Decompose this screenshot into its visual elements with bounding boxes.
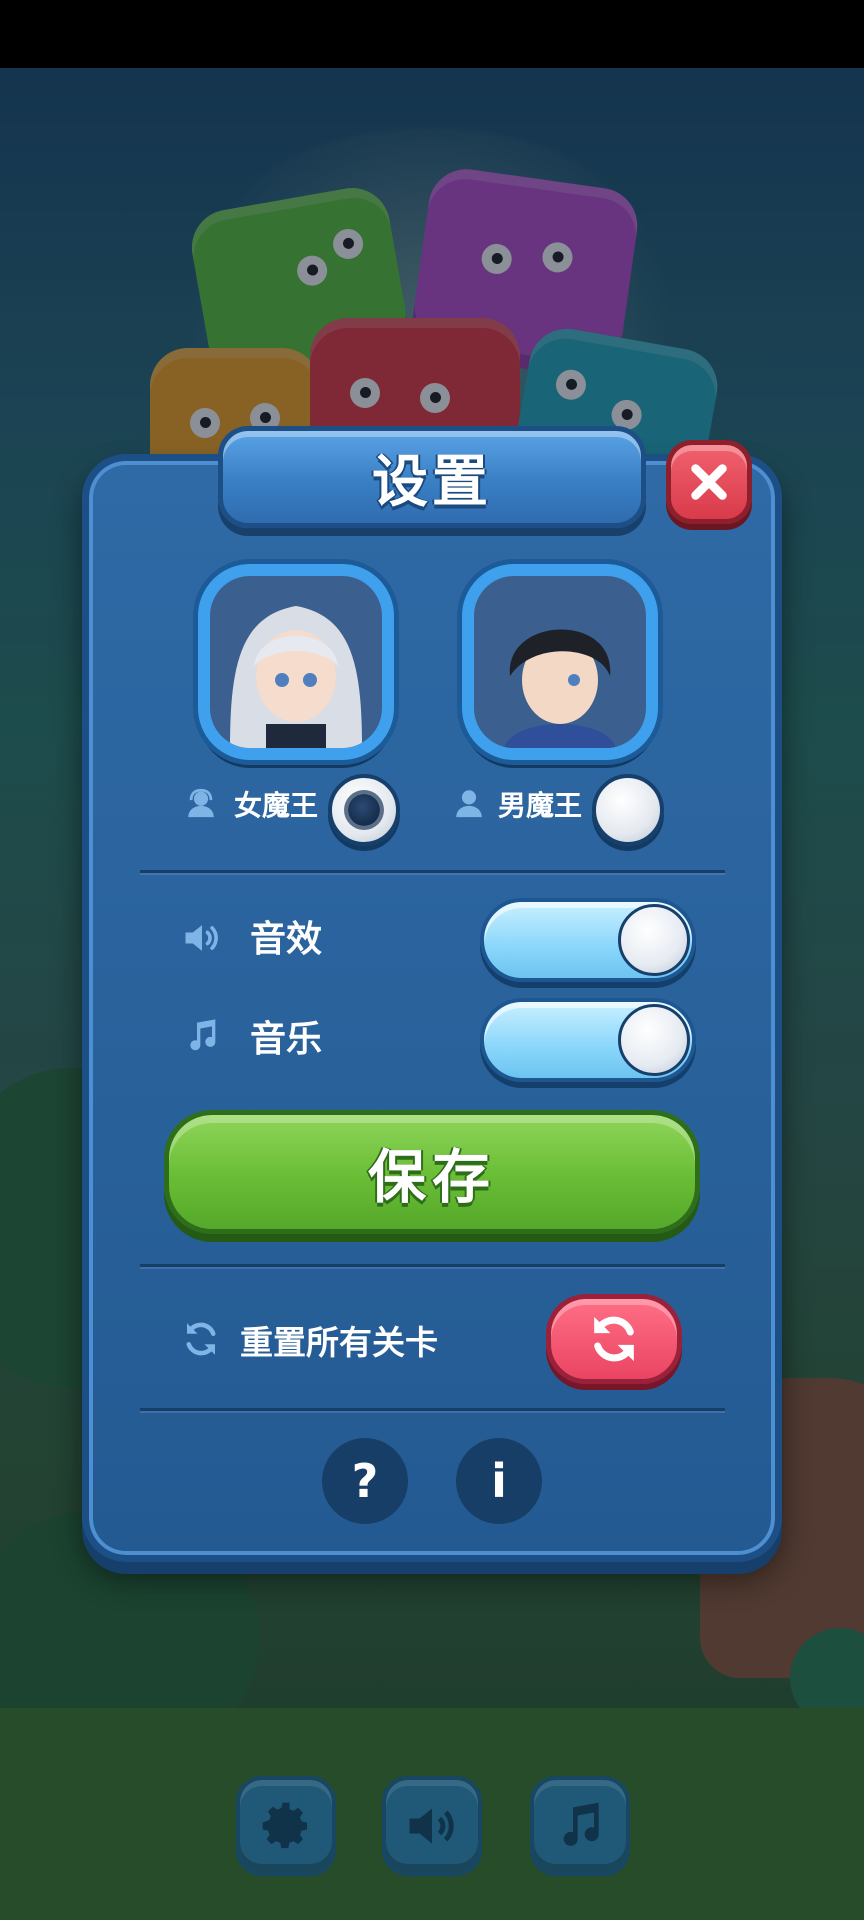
female-hero-radio[interactable] xyxy=(328,774,400,846)
music-toggle[interactable] xyxy=(480,998,696,1082)
female-hero-portrait xyxy=(210,576,382,748)
music-note-icon xyxy=(563,1802,599,1846)
refresh-icon xyxy=(594,1316,634,1362)
hero-label-male: 男魔王 xyxy=(498,789,583,822)
sound-toggle[interactable] xyxy=(480,898,696,982)
bottom-settings-button[interactable] xyxy=(236,1776,336,1876)
info-icon: i xyxy=(491,1454,507,1508)
female-user-icon xyxy=(188,788,214,818)
female-hero-avatar[interactable] xyxy=(198,564,394,760)
save-button[interactable]: 保存 xyxy=(164,1110,700,1234)
music-note-icon xyxy=(190,1019,216,1051)
reset-all-levels-button[interactable] xyxy=(546,1294,682,1384)
status-bar xyxy=(0,0,864,68)
music-label: 音乐 xyxy=(250,1019,323,1060)
male-hero-avatar[interactable] xyxy=(462,564,658,760)
close-icon xyxy=(691,464,727,500)
divider-1 xyxy=(140,870,725,873)
divider-3 xyxy=(140,1408,725,1411)
radio-selected-dot xyxy=(348,794,380,826)
hero-label-female: 女魔王 xyxy=(234,789,319,822)
dialog-title-banner: 设置 xyxy=(218,426,646,528)
bottom-music-button[interactable] xyxy=(530,1776,630,1876)
close-button[interactable] xyxy=(666,440,752,524)
refresh-icon xyxy=(186,1322,216,1356)
info-button[interactable]: i xyxy=(456,1438,542,1524)
dialog-title: 设置 xyxy=(372,449,492,515)
save-button-label: 保存 xyxy=(367,1143,496,1211)
sound-label: 音效 xyxy=(250,919,323,960)
male-user-icon xyxy=(456,790,482,818)
help-icon: ? xyxy=(351,1454,379,1508)
male-hero-radio[interactable] xyxy=(592,774,664,846)
speaker-icon xyxy=(185,925,218,951)
reset-label: 重置所有关卡 xyxy=(240,1323,438,1362)
settings-gear-icon xyxy=(262,1802,307,1849)
music-toggle-knob xyxy=(618,1004,690,1076)
sound-icon xyxy=(409,1808,454,1844)
sound-toggle-knob xyxy=(618,904,690,976)
bottom-sound-button[interactable] xyxy=(382,1776,482,1876)
help-button[interactable]: ? xyxy=(322,1438,408,1524)
male-hero-portrait xyxy=(474,576,646,748)
divider-2 xyxy=(140,1264,725,1267)
